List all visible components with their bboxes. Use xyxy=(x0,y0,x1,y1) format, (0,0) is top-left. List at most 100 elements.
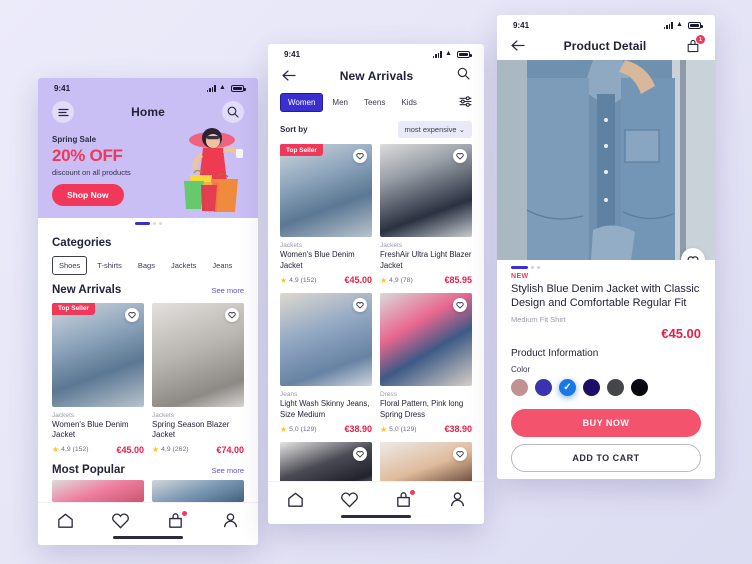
page-title: New Arrivals xyxy=(339,69,414,83)
color-swatch-indigo[interactable] xyxy=(535,379,552,397)
category-chips[interactable]: Shoes T-shirts Bags Jackets Jeans xyxy=(52,255,244,275)
favorite-heart-icon[interactable] xyxy=(353,149,367,163)
hamburger-icon[interactable] xyxy=(52,101,74,123)
home-icon[interactable] xyxy=(286,490,305,509)
product-card[interactable]: Jackets Spring Season Blazer Jacket ★ 4,… xyxy=(152,302,244,455)
product-name: Women's Blue Denim Jacket xyxy=(280,250,355,270)
heart-icon[interactable] xyxy=(111,511,130,530)
cart-icon[interactable]: 1 xyxy=(685,35,705,54)
favorite-heart-icon[interactable] xyxy=(353,447,367,461)
color-swatch-blue-selected[interactable] xyxy=(559,379,576,397)
product-card[interactable]: Top Seller Jackets Women's Blue Denim Ja… xyxy=(280,144,372,285)
status-icons xyxy=(206,84,246,92)
rating-count: (152) xyxy=(300,276,317,284)
product-name: FreshAir Ultra Light Blazer Jacket xyxy=(380,250,472,270)
denim-jacket-photo xyxy=(497,60,715,260)
rating-count: (262) xyxy=(172,446,189,453)
rating-value: 4,9 xyxy=(289,276,299,284)
product-rating: ★ 4,9 (78) xyxy=(380,276,413,285)
battery-icon xyxy=(688,22,703,29)
product-name: Floral Pattern, Pink long Spring Dress xyxy=(380,399,464,419)
signal-icon xyxy=(663,22,673,29)
color-label: Color xyxy=(511,365,531,375)
product-category: Dress xyxy=(380,391,397,398)
product-card[interactable] xyxy=(152,479,244,502)
profile-icon[interactable] xyxy=(221,511,240,530)
product-card[interactable]: Jackets FreshAir Ultra Light Blazer Jack… xyxy=(380,144,472,285)
product-card[interactable] xyxy=(52,479,144,502)
search-icon[interactable] xyxy=(457,67,470,85)
product-price: €38.90 xyxy=(344,424,372,434)
home-indicator xyxy=(113,536,183,539)
category-chip-bags[interactable]: Bags xyxy=(132,257,161,274)
product-rating: ★ 5,0 (129) xyxy=(280,425,317,434)
profile-icon[interactable] xyxy=(448,490,467,509)
color-swatch-gray[interactable] xyxy=(607,379,624,397)
new-tag: NEW xyxy=(511,272,529,280)
hero-subtext: discount on all products xyxy=(52,168,131,177)
product-category: Jackets xyxy=(52,411,75,419)
add-to-cart-button[interactable]: ADD TO CART xyxy=(511,444,701,473)
favorite-heart-icon[interactable] xyxy=(353,298,367,312)
product-price: €45.00 xyxy=(661,326,701,342)
product-hero-image[interactable] xyxy=(497,60,715,260)
product-card[interactable]: Top Seller Jackets Women's Blue Denim Ja… xyxy=(52,302,144,455)
product-card[interactable]: Dress Floral Pattern, Pink long Spring D… xyxy=(380,293,472,434)
chevron-down-icon: ⌄ xyxy=(458,125,465,134)
favorite-heart-icon[interactable] xyxy=(225,307,239,322)
star-icon: ★ xyxy=(52,445,60,454)
color-swatch-rose[interactable] xyxy=(511,379,528,397)
favorite-heart-icon[interactable] xyxy=(453,447,467,461)
new-arrivals-see-more[interactable]: See more xyxy=(211,286,244,295)
image-carousel-pager[interactable] xyxy=(497,260,715,271)
page-title: Product Detail xyxy=(563,39,647,53)
bottom-tabbar xyxy=(268,481,484,524)
filter-chip-women[interactable]: Women xyxy=(280,93,324,112)
category-chip-jeans[interactable]: Jeans xyxy=(206,257,238,274)
product-rating: ★ 4,9 (262) xyxy=(152,445,189,454)
category-chip-tshirts[interactable]: T-shirts xyxy=(91,257,128,274)
filter-chip-men[interactable]: Men xyxy=(325,94,355,111)
product-name: Spring Season Blazer Jacket xyxy=(152,419,230,440)
rating-value: 4,9 xyxy=(389,276,399,284)
back-arrow-icon[interactable] xyxy=(511,39,525,53)
product-image: Top Seller xyxy=(52,302,144,407)
most-popular-see-more[interactable]: See more xyxy=(211,466,244,475)
color-swatch-navy[interactable] xyxy=(583,379,600,397)
cart-icon[interactable] xyxy=(166,510,188,530)
product-image xyxy=(152,302,244,407)
product-image xyxy=(380,144,472,237)
status-time: 9:41 xyxy=(54,84,71,93)
hero-banner: 9:41 Home Spring Sale 20% OFF discount o… xyxy=(38,78,258,218)
filter-sliders-icon[interactable] xyxy=(459,94,472,112)
bottom-tabbar xyxy=(38,502,258,545)
rating-value: 5,0 xyxy=(289,425,299,433)
most-popular-title: Most Popular xyxy=(52,463,125,476)
category-chip-shoes[interactable]: Shoes xyxy=(52,255,88,275)
product-title: Stylish Blue Denim Jacket with Classic D… xyxy=(511,282,700,310)
sort-row: Sort by most expensive ⌄ xyxy=(268,118,484,144)
buy-now-button[interactable]: BUY NOW xyxy=(511,409,701,438)
product-category: Jackets xyxy=(380,242,403,249)
carousel-pager[interactable] xyxy=(38,218,258,228)
filter-chip-teens[interactable]: Teens xyxy=(357,94,392,111)
category-chip-jackets[interactable]: Jackets xyxy=(165,257,202,274)
cart-count-badge: 1 xyxy=(696,35,705,44)
home-icon[interactable] xyxy=(56,511,75,530)
battery-icon xyxy=(457,51,472,58)
search-icon[interactable] xyxy=(222,101,244,123)
status-time: 9:41 xyxy=(513,21,530,30)
favorite-heart-icon[interactable] xyxy=(125,307,139,322)
cart-icon[interactable] xyxy=(394,489,416,509)
filter-chip-kids[interactable]: Kids xyxy=(394,94,424,111)
product-card[interactable]: Jeans Light Wash Skinny Jeans, Size Medi… xyxy=(280,293,372,434)
shop-now-button[interactable]: Shop Now xyxy=(52,184,124,206)
back-arrow-icon[interactable] xyxy=(282,69,296,83)
heart-icon[interactable] xyxy=(340,490,359,509)
wifi-icon xyxy=(676,21,685,29)
favorite-heart-icon[interactable] xyxy=(453,149,467,163)
sort-dropdown[interactable]: most expensive ⌄ xyxy=(397,121,472,138)
star-icon: ★ xyxy=(152,445,160,454)
favorite-heart-icon[interactable] xyxy=(453,298,467,312)
color-swatch-black[interactable] xyxy=(631,379,648,397)
